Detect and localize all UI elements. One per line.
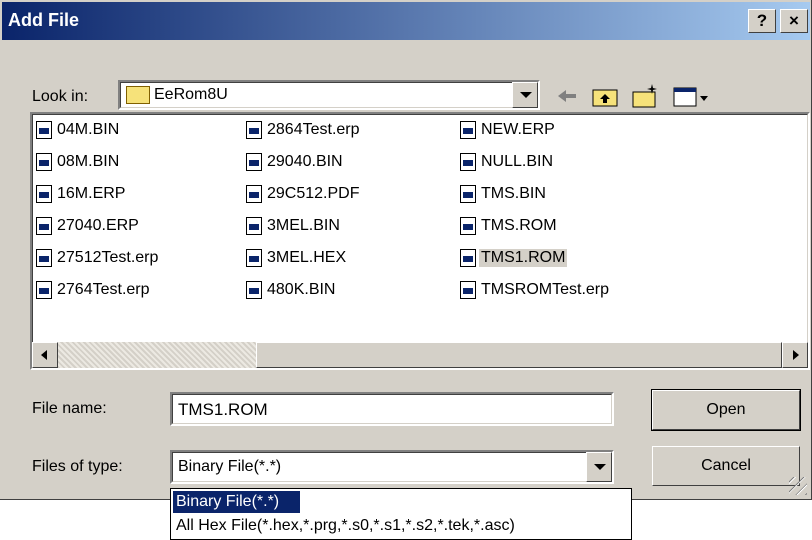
file-type-option-hex[interactable]: All Hex File(*.hex,*.prg,*.s0,*.s1,*.s2,… [173, 515, 515, 537]
file-name: TMSROMTest.erp [481, 281, 610, 298]
scroll-right-button[interactable] [782, 342, 808, 368]
file-icon [246, 121, 262, 139]
file-icon [460, 217, 476, 235]
file-name: TMS1.ROM [479, 249, 568, 267]
window-title: Add File [8, 10, 79, 30]
look-in-dropdown-button[interactable] [512, 82, 538, 108]
file-name: 16M.ERP [57, 185, 126, 202]
file-item[interactable]: 29C512.PDF [246, 182, 362, 206]
file-icon [36, 249, 52, 267]
file-type-dropdown-list[interactable]: Binary File(*.*) All Hex File(*.hex,*.pr… [170, 488, 632, 540]
file-icon [460, 249, 476, 267]
file-icon [36, 121, 52, 139]
file-name: NULL.BIN [481, 153, 554, 170]
file-icon [246, 185, 262, 203]
file-item[interactable]: TMS.BIN [460, 182, 548, 206]
file-item[interactable]: 3MEL.BIN [246, 214, 342, 238]
files-of-type-dropdown-button[interactable] [586, 452, 612, 482]
file-name: 3MEL.BIN [267, 217, 340, 234]
file-icon [460, 185, 476, 203]
file-name: 27040.ERP [57, 217, 139, 234]
scroll-thumb[interactable] [256, 342, 782, 368]
files-of-type-label: Files of type: [32, 458, 123, 475]
add-file-dialog: Add File ? × Look in: EeRom8U 04M.BIN 08M… [0, 0, 812, 500]
file-name: 3MEL.HEX [267, 249, 347, 266]
look-in-value: EeRom8U [154, 86, 228, 103]
files-of-type-combo[interactable]: Binary File(*.*) [170, 450, 614, 484]
folder-icon [126, 86, 150, 104]
up-folder-icon[interactable] [590, 82, 620, 110]
file-icon [460, 121, 476, 139]
file-name-input[interactable]: TMS1.ROM [170, 392, 614, 426]
file-name: 480K.BIN [267, 281, 336, 298]
file-item[interactable]: 29040.BIN [246, 150, 345, 174]
file-icon [36, 153, 52, 171]
file-icon [460, 153, 476, 171]
file-name: TMS.ROM [481, 217, 557, 234]
file-icon [460, 281, 476, 299]
resize-grip[interactable] [789, 477, 807, 495]
file-item[interactable]: TMSROMTest.erp [460, 278, 611, 302]
chevron-down-icon [520, 92, 532, 98]
horizontal-scrollbar[interactable] [32, 342, 808, 368]
file-item[interactable]: NEW.ERP [460, 118, 557, 142]
file-item[interactable]: 27040.ERP [36, 214, 141, 238]
file-item[interactable]: 480K.BIN [246, 278, 337, 302]
file-item[interactable]: 08M.BIN [36, 150, 121, 174]
file-name: TMS.BIN [481, 185, 546, 202]
help-button[interactable]: ? [748, 9, 776, 33]
file-icon [246, 217, 262, 235]
look-in-combo[interactable]: EeRom8U [118, 80, 540, 110]
file-name: 04M.BIN [57, 121, 120, 138]
look-in-label: Look in: [32, 88, 89, 105]
files-of-type-value: Binary File(*.*) [178, 458, 282, 475]
scroll-left-button[interactable] [32, 342, 58, 368]
cancel-button[interactable]: Cancel [652, 446, 800, 486]
file-name: 29C512.PDF [267, 185, 360, 202]
open-button[interactable]: Open [651, 389, 801, 431]
file-item[interactable]: 16M.ERP [36, 182, 127, 206]
file-item[interactable]: TMS1.ROM [460, 246, 568, 270]
title-bar[interactable]: Add File ? × [2, 2, 810, 40]
file-item[interactable]: 2864Test.erp [246, 118, 362, 142]
file-name: 2764Test.erp [57, 281, 150, 298]
file-item[interactable]: 04M.BIN [36, 118, 121, 142]
file-icon [246, 249, 262, 267]
file-item[interactable]: 27512Test.erp [36, 246, 160, 270]
file-name-label: File name: [32, 400, 107, 417]
file-item[interactable]: TMS.ROM [460, 214, 559, 238]
file-name: 27512Test.erp [57, 249, 159, 266]
file-item[interactable]: 3MEL.HEX [246, 246, 348, 270]
file-icon [246, 153, 262, 171]
file-name: 08M.BIN [57, 153, 120, 170]
file-name: NEW.ERP [481, 121, 555, 138]
new-folder-icon[interactable] [630, 82, 660, 110]
file-name: 29040.BIN [267, 153, 343, 170]
file-icon [36, 185, 52, 203]
file-item[interactable]: NULL.BIN [460, 150, 555, 174]
file-item[interactable]: 2764Test.erp [36, 278, 152, 302]
chevron-down-icon [594, 464, 606, 470]
close-button[interactable]: × [780, 9, 808, 33]
file-name-value: TMS1.ROM [178, 400, 268, 419]
file-type-option-binary[interactable]: Binary File(*.*) [173, 491, 300, 513]
file-icon [36, 281, 52, 299]
file-icon [36, 217, 52, 235]
file-name: 2864Test.erp [267, 121, 360, 138]
file-list[interactable]: 04M.BIN 08M.BIN 16M.ERP 27040.ERP 27512Test.… [30, 112, 810, 370]
view-menu-icon[interactable] [672, 82, 712, 110]
back-icon[interactable] [554, 82, 580, 110]
file-icon [246, 281, 262, 299]
